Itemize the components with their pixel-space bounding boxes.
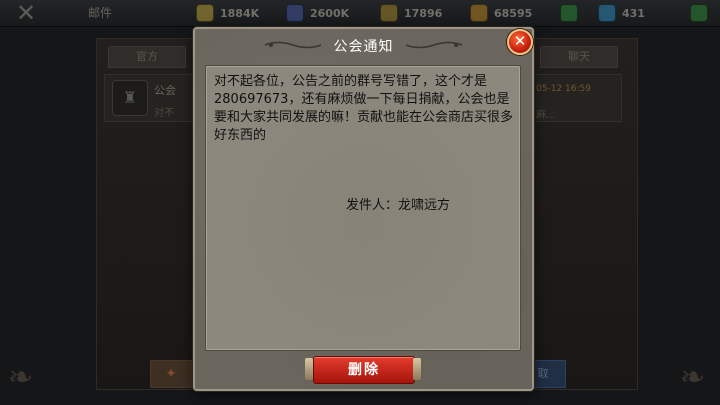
delete-button-right-cap: [413, 358, 421, 380]
modal-title: 公会通知: [333, 39, 394, 55]
right-flourish-icon: [404, 40, 464, 50]
delete-button[interactable]: 删除: [313, 356, 415, 384]
notice-body: 对不起各位，公告之前的群号写错了，这个才是280697673，还有麻烦做一下每日…: [214, 74, 514, 143]
modal-title-bar: 公会通知: [195, 29, 532, 61]
notice-sender: 发件人：龙啸远方: [346, 198, 451, 213]
close-icon[interactable]: ✕: [507, 29, 533, 55]
notice-content-box: 对不起各位，公告之前的群号写错了，这个才是280697673，还有麻烦做一下每日…: [205, 65, 521, 351]
delete-button-left-cap: [305, 358, 313, 380]
guild-notice-modal: 公会通知 ✕ 对不起各位，公告之前的群号写错了，这个才是280697673，还有…: [193, 27, 534, 391]
